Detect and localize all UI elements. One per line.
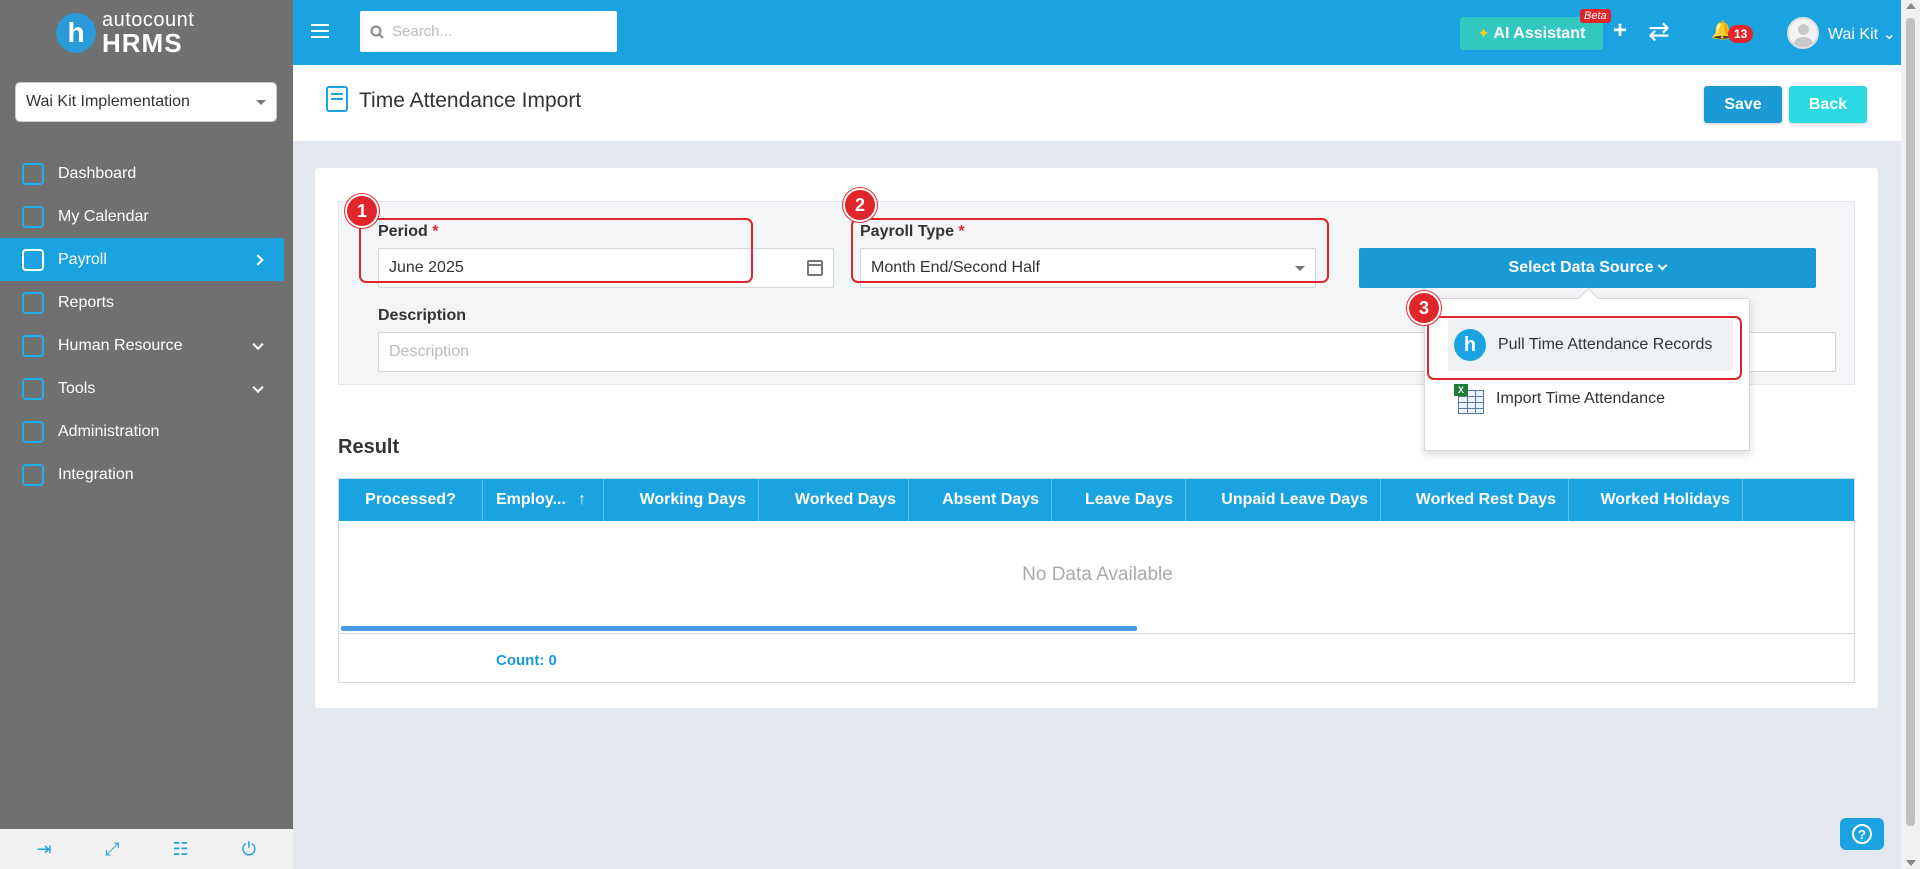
sidebar-item-payroll[interactable]: Payroll: [0, 238, 284, 281]
sidebar-item-label: Integration: [58, 465, 134, 483]
sidebar-item-integration[interactable]: Integration: [0, 453, 284, 496]
notification-count-badge: 13: [1728, 25, 1754, 43]
chevron-down-icon: [1658, 260, 1668, 270]
col-absent-days[interactable]: Absent Days: [909, 479, 1052, 521]
sidebar-item-label: Tools: [58, 379, 96, 397]
chevron-right-icon: [252, 253, 264, 266]
tools-icon: [22, 377, 44, 400]
description-placeholder: Description: [389, 343, 470, 360]
logo-mark: h: [56, 12, 96, 53]
menu-toggle-icon[interactable]: [311, 24, 329, 38]
col-employee[interactable]: Employ... ↑: [483, 479, 604, 521]
highlight-period: [359, 218, 753, 283]
menu-item-import-time-attendance[interactable]: X Import Time Attendance: [1448, 373, 1733, 425]
money-icon: [22, 248, 44, 271]
sidebar-item-label: Human Resource: [58, 336, 183, 354]
logout-icon[interactable]: ⇥: [33, 838, 55, 860]
step-marker-1: 1: [345, 194, 379, 228]
sidebar-item-reports[interactable]: Reports: [0, 281, 284, 324]
sidebar-item-my-calendar[interactable]: My Calendar: [0, 195, 284, 238]
calendar-icon[interactable]: [807, 260, 823, 276]
fullscreen-icon[interactable]: ⤢: [101, 838, 123, 860]
sidebar-item-dashboard[interactable]: Dashboard: [0, 152, 284, 195]
col-worked-days[interactable]: Worked Days: [759, 479, 909, 521]
sidebar-item-administration[interactable]: Administration: [0, 410, 284, 453]
scrollbar-thumb[interactable]: [1906, 18, 1915, 826]
search-icon: [370, 25, 384, 39]
scroll-down-icon[interactable]: [1906, 860, 1916, 866]
admin-icon: [22, 420, 44, 443]
sidebar-nav: Dashboard My Calendar Payroll Reports Hu…: [0, 152, 284, 496]
sidebar-item-label: My Calendar: [58, 207, 149, 225]
result-grid: Processed? Employ... ↑ Working Days Worke…: [338, 478, 1855, 683]
switch-icon[interactable]: ⇄: [1648, 16, 1670, 47]
sidebar-item-label: Dashboard: [58, 164, 137, 182]
sidebar-item-label: Payroll: [58, 250, 107, 268]
col-worked-holidays[interactable]: Worked Holidays: [1569, 479, 1743, 521]
app-logo[interactable]: h autocount HRMS: [0, 0, 293, 65]
excel-grid-icon: X: [1454, 384, 1484, 414]
highlight-pull-records: [1427, 316, 1742, 380]
logo-text-bottom: HRMS: [102, 27, 183, 58]
company-selector[interactable]: Wai Kit Implementation: [15, 82, 277, 122]
step-marker-3: 3: [1407, 291, 1441, 325]
user-menu[interactable]: Wai Kit ⌄: [1828, 24, 1896, 44]
top-bar: ✦ AI Assistant Beta + ⇄ 🔔 13 Wai Kit ⌄: [293, 0, 1901, 65]
row-count: Count: 0: [496, 652, 557, 669]
people-icon: [22, 334, 44, 357]
caret-down-icon: [256, 99, 266, 105]
chevron-down-icon: [252, 338, 264, 350]
result-heading: Result: [338, 436, 400, 458]
chevron-down-icon: ⌄: [1882, 26, 1896, 43]
sparkle-icon: ✦: [1477, 25, 1490, 41]
power-icon[interactable]: ⏻: [238, 838, 260, 860]
sidebar-item-human-resource[interactable]: Human Resource: [0, 324, 284, 367]
gauge-icon: [22, 162, 44, 185]
col-leave-days[interactable]: Leave Days: [1052, 479, 1186, 521]
sidebar-item-label: Administration: [58, 422, 160, 440]
search-box[interactable]: [360, 11, 617, 52]
col-working-days[interactable]: Working Days: [604, 479, 759, 521]
back-button[interactable]: Back: [1789, 86, 1867, 123]
calendar-icon: [22, 205, 44, 228]
chevron-down-icon: [252, 381, 264, 393]
search-input[interactable]: [392, 23, 592, 40]
user-name: Wai Kit: [1828, 26, 1879, 43]
sidebar-item-tools[interactable]: Tools: [0, 367, 284, 410]
horizontal-scrollbar[interactable]: [341, 626, 1137, 631]
sort-ascending-icon: ↑: [577, 491, 586, 508]
add-icon[interactable]: +: [1613, 17, 1627, 45]
col-processed[interactable]: Processed?: [339, 479, 483, 521]
import-document-icon: [326, 86, 348, 112]
vertical-scrollbar[interactable]: [1901, 0, 1920, 869]
col-unpaid-leave-days[interactable]: Unpaid Leave Days: [1186, 479, 1381, 521]
ai-assistant-label: AI Assistant: [1493, 24, 1586, 42]
highlight-payroll-type: [851, 218, 1329, 283]
step-marker-2: 2: [843, 188, 877, 222]
sidebar: h autocount HRMS Wai Kit Implementation …: [0, 0, 293, 869]
beta-badge: Beta: [1580, 9, 1611, 23]
translate-icon[interactable]: ☷: [170, 838, 192, 860]
sidebar-item-label: Reports: [58, 293, 115, 311]
logo-text-top: autocount: [102, 8, 195, 31]
company-name: Wai Kit Implementation: [26, 93, 190, 110]
integration-icon: [22, 463, 44, 486]
empty-state: No Data Available: [1022, 564, 1173, 585]
menu-item-label: Import Time Attendance: [1496, 390, 1665, 407]
select-data-source-button[interactable]: Select Data Source: [1359, 248, 1816, 288]
scroll-up-icon[interactable]: [1906, 3, 1916, 9]
grid-header: Processed? Employ... ↑ Working Days Worke…: [339, 479, 1854, 521]
save-button[interactable]: Save: [1704, 86, 1782, 123]
help-button[interactable]: ?: [1840, 818, 1884, 850]
page-title: Time Attendance Import: [359, 89, 582, 112]
description-label: Description: [378, 307, 467, 324]
report-icon: [22, 291, 44, 314]
data-source-label: Select Data Source: [1508, 259, 1654, 276]
sidebar-footer: ⇥ ⤢ ☷ ⏻: [0, 829, 293, 869]
question-icon: ?: [1852, 824, 1872, 844]
grid-footer: Count: 0: [339, 633, 1854, 683]
page-header: Time Attendance Import Save Back: [293, 65, 1901, 141]
col-worked-rest-days[interactable]: Worked Rest Days: [1381, 479, 1569, 521]
avatar[interactable]: [1787, 17, 1819, 49]
